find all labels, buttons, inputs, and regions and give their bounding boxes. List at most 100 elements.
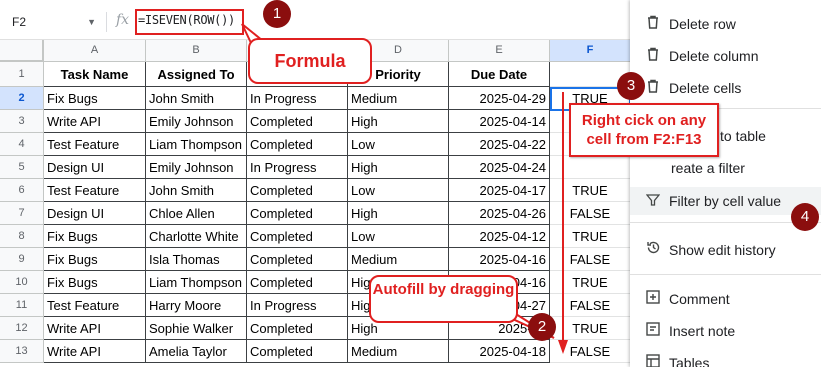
row-header-3[interactable]: 3 bbox=[0, 110, 44, 133]
menu-item-delete-row[interactable]: Delete row bbox=[630, 10, 821, 38]
table-cell[interactable]: Low bbox=[348, 133, 449, 156]
table-cell[interactable]: Completed bbox=[247, 317, 348, 340]
step-badge-1: 1 bbox=[263, 0, 291, 28]
table-cell[interactable]: Liam Thompson bbox=[146, 133, 247, 156]
table-cell[interactable]: Emily Johnson bbox=[146, 156, 247, 179]
table-cell[interactable]: Completed bbox=[247, 179, 348, 202]
table-cell[interactable]: Liam Thompson bbox=[146, 271, 247, 294]
row-header-10[interactable]: 10 bbox=[0, 271, 44, 294]
filter-icon bbox=[644, 187, 662, 215]
table-cell[interactable]: In Progress bbox=[247, 156, 348, 179]
table-cell[interactable]: 2025-04-17 bbox=[449, 179, 550, 202]
menu-item-label: Comment bbox=[669, 291, 730, 307]
menu-item-label: Insert note bbox=[669, 323, 736, 339]
menu-item-tables[interactable]: Tables bbox=[630, 349, 821, 367]
menu-item-label: Show edit history bbox=[669, 242, 776, 258]
table-cell[interactable]: Medium bbox=[348, 248, 449, 271]
row-header-4[interactable]: 4 bbox=[0, 133, 44, 156]
menu-item-delete-column[interactable]: Delete column bbox=[630, 42, 821, 70]
table-cell[interactable]: Charlotte White bbox=[146, 225, 247, 248]
table-cell[interactable]: Completed bbox=[247, 248, 348, 271]
table-cell[interactable]: 2025-04-16 bbox=[449, 248, 550, 271]
table-cell[interactable]: Completed bbox=[247, 133, 348, 156]
table-cell[interactable]: John Smith bbox=[146, 179, 247, 202]
table-cell[interactable]: 2025-04-18 bbox=[449, 340, 550, 363]
table-cell[interactable]: 2025-04-26 bbox=[449, 202, 550, 225]
row-header-13[interactable]: 13 bbox=[0, 340, 44, 363]
table-cell[interactable]: Completed bbox=[247, 225, 348, 248]
table-cell[interactable]: High bbox=[348, 202, 449, 225]
column-header-b[interactable]: B bbox=[146, 40, 247, 62]
menu-item-label: reate a filter bbox=[671, 160, 745, 176]
formula-callout: Formula bbox=[248, 38, 372, 84]
table-cell[interactable]: Fix Bugs bbox=[44, 87, 146, 110]
table-cell[interactable]: Low bbox=[348, 225, 449, 248]
table-cell[interactable]: Amelia Taylor bbox=[146, 340, 247, 363]
table-cell[interactable]: Write API bbox=[44, 110, 146, 133]
menu-item-show-edit-history[interactable]: Show edit history bbox=[630, 236, 821, 264]
table-cell[interactable]: 2025-04-24 bbox=[449, 156, 550, 179]
table-cell[interactable]: Design UI bbox=[44, 202, 146, 225]
row-header-5[interactable]: 5 bbox=[0, 156, 44, 179]
table-cell[interactable]: Medium bbox=[348, 340, 449, 363]
menu-item-insert-note[interactable]: Insert note bbox=[630, 317, 821, 345]
name-box[interactable]: F2 ▼ bbox=[8, 11, 100, 33]
table-cell[interactable]: Design UI bbox=[44, 156, 146, 179]
drag-arrow bbox=[558, 92, 568, 354]
table-cell[interactable]: Isla Thomas bbox=[146, 248, 247, 271]
table-cell[interactable]: Chloe Allen bbox=[146, 202, 247, 225]
row-header-2[interactable]: 2 bbox=[0, 87, 44, 110]
table-cell[interactable]: Test Feature bbox=[44, 179, 146, 202]
context-menu: Delete row Delete column Delete cells to… bbox=[630, 0, 821, 367]
table-cell[interactable]: 2025-04-14 bbox=[449, 110, 550, 133]
trash-icon bbox=[644, 42, 662, 70]
row-header-9[interactable]: 9 bbox=[0, 248, 44, 271]
history-icon bbox=[644, 236, 662, 264]
menu-item-label: Delete row bbox=[669, 16, 736, 32]
table-cell[interactable]: 2025-04-22 bbox=[449, 133, 550, 156]
table-cell[interactable]: Fix Bugs bbox=[44, 248, 146, 271]
chevron-down-icon[interactable]: ▼ bbox=[87, 11, 96, 33]
table-cell[interactable]: Completed bbox=[247, 271, 348, 294]
row-header-6[interactable]: 6 bbox=[0, 179, 44, 202]
table-cell[interactable]: Test Feature bbox=[44, 133, 146, 156]
table-cell[interactable]: High bbox=[348, 156, 449, 179]
row-header-11[interactable]: 11 bbox=[0, 294, 44, 317]
table-cell[interactable]: Test Feature bbox=[44, 294, 146, 317]
menu-item-label: to table bbox=[720, 128, 766, 144]
table-cell[interactable]: Harry Moore bbox=[146, 294, 247, 317]
row-header-1[interactable]: 1 bbox=[0, 62, 44, 87]
table-cell[interactable]: Completed bbox=[247, 340, 348, 363]
column-header-e[interactable]: E bbox=[449, 40, 550, 62]
row-header-7[interactable]: 7 bbox=[0, 202, 44, 225]
table-cell[interactable]: Sophie Walker bbox=[146, 317, 247, 340]
table-cell[interactable]: Low bbox=[348, 179, 449, 202]
table-cell[interactable]: Fix Bugs bbox=[44, 225, 146, 248]
table-cell[interactable]: High bbox=[348, 110, 449, 133]
header-cell[interactable]: Due Date bbox=[449, 62, 550, 87]
table-cell[interactable]: Completed bbox=[247, 110, 348, 133]
table-cell[interactable]: Medium bbox=[348, 87, 449, 110]
table-cell[interactable]: Fix Bugs bbox=[44, 271, 146, 294]
menu-item-create-filter[interactable]: reate a filter bbox=[630, 154, 821, 182]
table-cell[interactable]: Write API bbox=[44, 340, 146, 363]
table-cell[interactable]: 2025-04-12 bbox=[449, 225, 550, 248]
row-header-8[interactable]: 8 bbox=[0, 225, 44, 248]
table-cell[interactable]: In Progress bbox=[247, 294, 348, 317]
table-cell[interactable]: In Progress bbox=[247, 87, 348, 110]
table-cell[interactable]: 2025-04-29 bbox=[449, 87, 550, 110]
select-all-corner[interactable] bbox=[0, 40, 44, 62]
trash-icon bbox=[644, 10, 662, 38]
menu-item-comment[interactable]: Comment bbox=[630, 285, 821, 313]
column-header-f[interactable]: F bbox=[550, 40, 631, 62]
table-cell[interactable]: Write API bbox=[44, 317, 146, 340]
header-cell[interactable]: Assigned To bbox=[146, 62, 247, 87]
table-cell[interactable]: John Smith bbox=[146, 87, 247, 110]
right-click-callout: Right cick on any cell from F2:F13 bbox=[569, 103, 719, 157]
menu-item-delete-cells[interactable]: Delete cells bbox=[630, 74, 821, 102]
table-cell[interactable]: Completed bbox=[247, 202, 348, 225]
table-cell[interactable]: Emily Johnson bbox=[146, 110, 247, 133]
column-header-a[interactable]: A bbox=[44, 40, 146, 62]
row-header-12[interactable]: 12 bbox=[0, 317, 44, 340]
header-cell[interactable]: Task Name bbox=[44, 62, 146, 87]
